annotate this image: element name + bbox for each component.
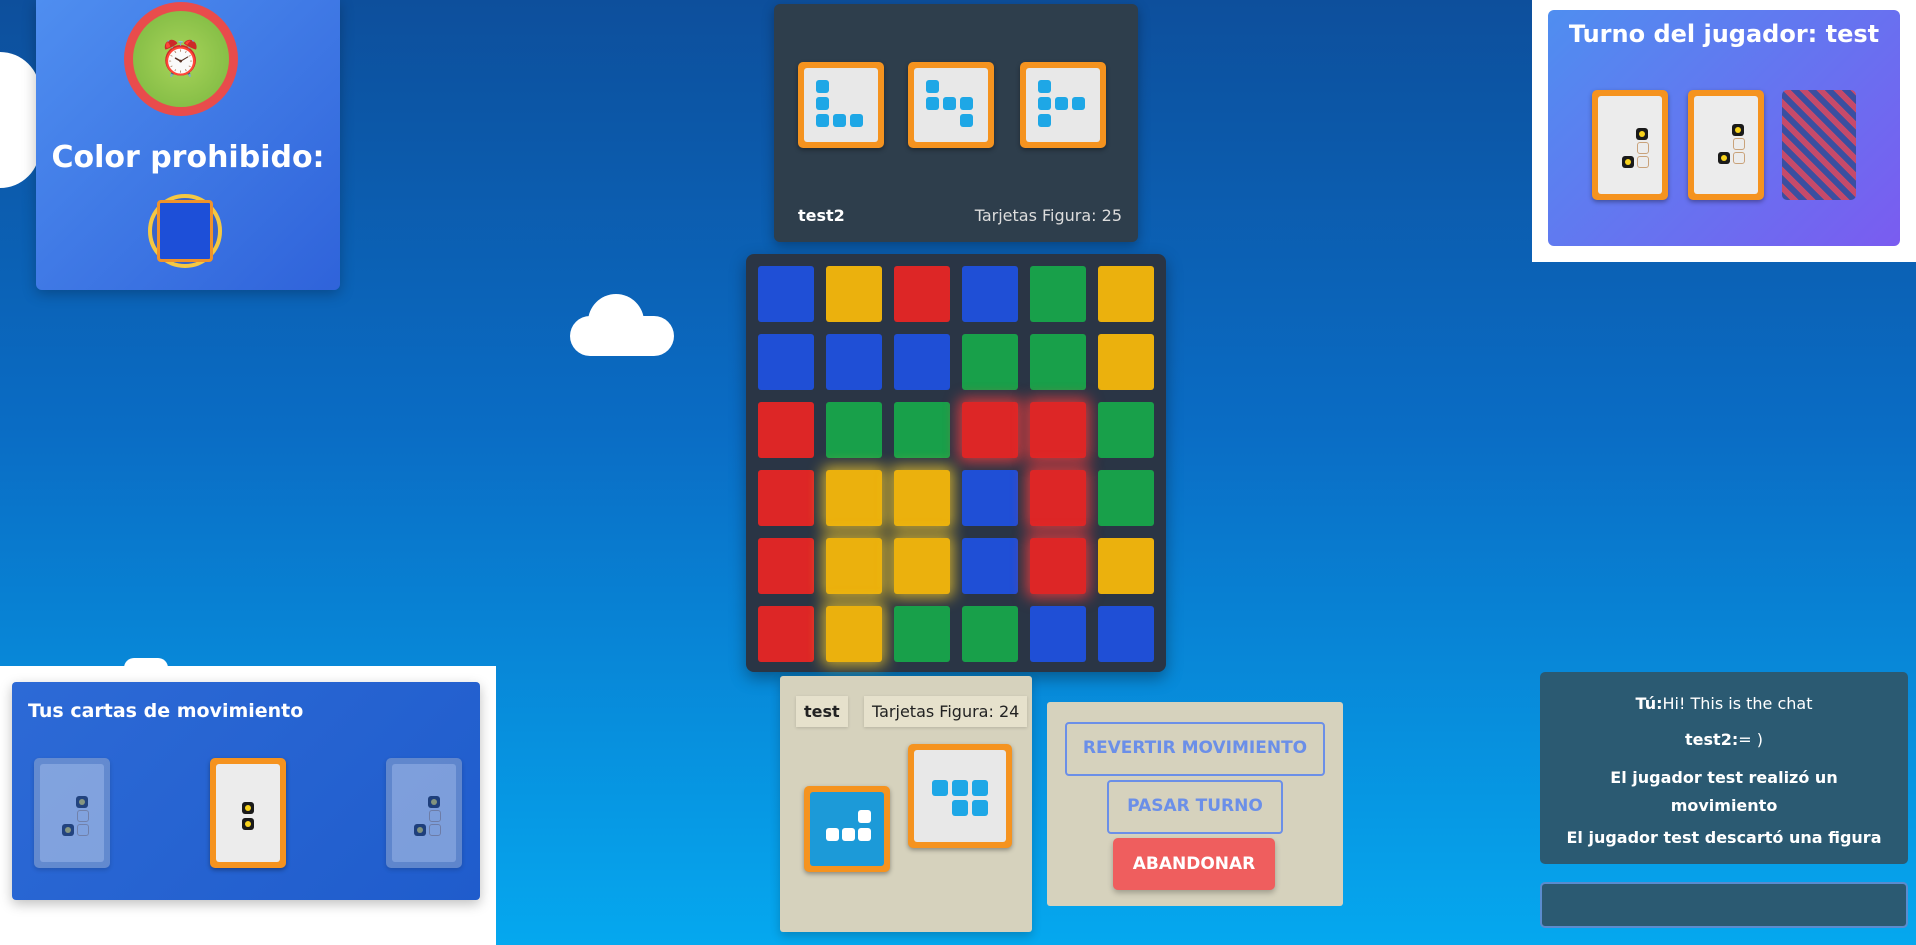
board-tile[interactable] (1098, 266, 1154, 322)
opponent-panel: test2 Tarjetas Figura: 25 (774, 4, 1138, 242)
board-tile[interactable] (1030, 538, 1086, 594)
turn-title: Turno del jugador: test (1568, 20, 1880, 48)
actions-panel: REVERTIR MOVIMIENTO PASAR TURNO ABANDONA… (1047, 702, 1343, 906)
opponent-figure-card[interactable] (1020, 62, 1106, 148)
board-tile[interactable] (962, 402, 1018, 458)
board-tile[interactable] (826, 606, 882, 662)
board-tile[interactable] (758, 266, 814, 322)
opponent-figure-card[interactable] (908, 62, 994, 148)
board-tile[interactable] (1098, 606, 1154, 662)
chat-panel: Tú:Hi! This is the chat test2:= ) El jug… (1540, 672, 1908, 864)
board-tile[interactable] (894, 606, 950, 662)
chat-input[interactable] (1540, 882, 1908, 928)
current-player-card-back (1782, 90, 1856, 200)
chat-author: test2: (1685, 730, 1739, 749)
board-tile[interactable] (1030, 470, 1086, 526)
board-tile[interactable] (1098, 538, 1154, 594)
chat-message: test2:= ) (1550, 730, 1898, 749)
turn-panel: Turno del jugador: test (1548, 10, 1900, 246)
player-figure-card[interactable] (804, 786, 890, 872)
player-panel: test Tarjetas Figura: 24 (780, 676, 1032, 932)
board-tile[interactable] (1098, 470, 1154, 526)
chat-author: Tú: (1635, 694, 1663, 713)
abandon-button[interactable]: ABANDONAR (1113, 838, 1275, 890)
board-tile[interactable] (894, 538, 950, 594)
chat-message: Tú:Hi! This is the chat (1550, 694, 1898, 713)
board-tile[interactable] (826, 402, 882, 458)
board-tile[interactable] (1030, 266, 1086, 322)
board-tile[interactable] (962, 266, 1018, 322)
board-tile[interactable] (826, 334, 882, 390)
board-tile[interactable] (758, 606, 814, 662)
board-tile[interactable] (1030, 334, 1086, 390)
board-tile[interactable] (758, 470, 814, 526)
board-tile[interactable] (1098, 334, 1154, 390)
game-board (746, 254, 1166, 672)
board-tile[interactable] (962, 538, 1018, 594)
player-name: test (796, 696, 848, 727)
hand-panel: Tus cartas de movimiento (12, 682, 480, 900)
board-tile[interactable] (826, 266, 882, 322)
hand-title: Tus cartas de movimiento (28, 700, 304, 722)
board-tile[interactable] (1098, 402, 1154, 458)
forbidden-color-swatch (148, 194, 222, 268)
board-tile[interactable] (962, 606, 1018, 662)
revert-move-button[interactable]: REVERTIR MOVIMIENTO (1065, 722, 1325, 776)
forbidden-color-label: Color prohibido: (51, 140, 325, 175)
board-tile[interactable] (758, 538, 814, 594)
chat-text: = ) (1738, 730, 1763, 749)
board-tile[interactable] (962, 334, 1018, 390)
chat-text: Hi! This is the chat (1662, 694, 1813, 713)
movement-card[interactable] (386, 758, 462, 868)
board-tile[interactable] (894, 402, 950, 458)
board-tile[interactable] (758, 334, 814, 390)
board-tile[interactable] (826, 538, 882, 594)
timer-panel: ⏰ Color prohibido: (36, 0, 340, 290)
board-tile[interactable] (894, 470, 950, 526)
opponent-figure-count: Tarjetas Figura: 25 (974, 206, 1122, 225)
board-tile[interactable] (962, 470, 1018, 526)
board-tile[interactable] (758, 402, 814, 458)
current-player-move-card (1688, 90, 1764, 200)
chat-event: El jugador test realizó un movimiento (1610, 768, 1838, 815)
movement-card[interactable] (34, 758, 110, 868)
player-figure-count: Tarjetas Figura: 24 (864, 696, 1028, 727)
chat-event: El jugador test descartó una figura (1566, 828, 1882, 847)
board-tile[interactable] (1030, 402, 1086, 458)
movement-card[interactable] (210, 758, 286, 868)
cloud-decoration (588, 294, 644, 350)
board-tile[interactable] (1030, 606, 1086, 662)
cloud-decoration (0, 52, 40, 188)
opponent-name: test2 (798, 206, 845, 225)
player-figure-card[interactable] (908, 744, 1012, 848)
board-tile[interactable] (894, 334, 950, 390)
board-tile[interactable] (894, 266, 950, 322)
current-player-move-card (1592, 90, 1668, 200)
timer-ring: ⏰ (124, 2, 238, 116)
alarm-clock-icon: ⏰ (133, 11, 229, 107)
opponent-figure-card[interactable] (798, 62, 884, 148)
pass-turn-button[interactable]: PASAR TURNO (1107, 780, 1283, 834)
board-tile[interactable] (826, 470, 882, 526)
